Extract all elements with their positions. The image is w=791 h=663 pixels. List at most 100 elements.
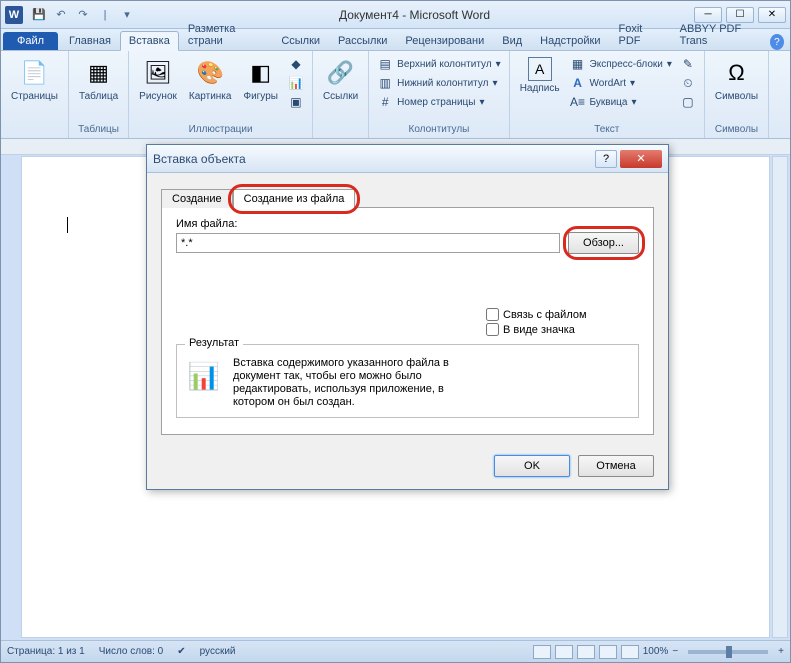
- tab-abbyy[interactable]: ABBYY PDF Trans: [671, 19, 770, 50]
- object-icon: ▢: [680, 94, 696, 110]
- status-language[interactable]: русский: [200, 646, 236, 657]
- wordart-icon: A: [570, 75, 586, 91]
- view-outline[interactable]: [599, 645, 617, 659]
- display-as-icon-checkbox[interactable]: В виде значка: [486, 323, 639, 336]
- view-print-layout[interactable]: [533, 645, 551, 659]
- zoom-out-button[interactable]: −: [672, 646, 678, 657]
- status-page[interactable]: Страница: 1 из 1: [7, 646, 85, 657]
- ok-button[interactable]: OK: [494, 455, 570, 477]
- view-draft[interactable]: [621, 645, 639, 659]
- dialog-buttons: OK Отмена: [147, 445, 668, 489]
- tab-create-from-file[interactable]: Создание из файла: [233, 189, 356, 208]
- status-bar: Страница: 1 из 1 Число слов: 0 ✔ русский…: [1, 640, 790, 662]
- zoom-thumb[interactable]: [726, 646, 732, 658]
- tab-file[interactable]: Файл: [3, 32, 58, 50]
- page-number-button[interactable]: #Номер страницы ▾: [375, 93, 503, 111]
- tab-page-layout[interactable]: Разметка страни: [179, 19, 273, 50]
- picture-button[interactable]: 🖼Рисунок: [135, 55, 181, 104]
- zoom-in-button[interactable]: +: [778, 646, 784, 657]
- ribbon: 📄 Страницы ▦ Таблица Таблицы 🖼Рисунок 🎨К…: [1, 51, 790, 139]
- undo-icon[interactable]: ↶: [53, 7, 69, 23]
- chart-button[interactable]: 📊: [286, 74, 306, 92]
- signature-button[interactable]: ✎: [678, 55, 698, 73]
- datetime-icon: ⏲: [680, 75, 696, 91]
- table-button[interactable]: ▦ Таблица: [75, 55, 122, 104]
- object-button[interactable]: ▢: [678, 93, 698, 111]
- vertical-scrollbar[interactable]: [772, 156, 788, 638]
- tab-mailings[interactable]: Рассылки: [329, 31, 396, 50]
- dropcap-icon: A≡: [570, 94, 586, 110]
- cancel-button[interactable]: Отмена: [578, 455, 654, 477]
- signature-icon: ✎: [680, 56, 696, 72]
- qat-divider: |: [97, 7, 113, 23]
- tab-view[interactable]: Вид: [493, 31, 531, 50]
- quickparts-button[interactable]: ▦Экспресс-блоки ▾: [568, 55, 674, 73]
- footer-button[interactable]: ▥Нижний колонтитул ▾: [375, 74, 503, 92]
- dialog-close-button[interactable]: ✕: [620, 150, 662, 168]
- word-app-icon: W: [5, 6, 23, 24]
- status-spellcheck[interactable]: ✔: [177, 646, 185, 657]
- result-groupbox: Результат 📊 Вставка содержимого указанно…: [176, 344, 639, 418]
- dropcap-button[interactable]: A≡Буквица ▾: [568, 93, 674, 111]
- browse-button[interactable]: Обзор...: [568, 232, 639, 254]
- picture-icon: 🖼: [142, 57, 174, 89]
- smartart-icon: ◆: [288, 56, 304, 72]
- qat-dropdown-icon[interactable]: ▾: [119, 7, 135, 23]
- dialog-body: Создание Создание из файла Имя файла: Об…: [147, 173, 668, 445]
- text-cursor: [67, 217, 68, 233]
- link-icon: 🔗: [325, 57, 357, 89]
- footer-icon: ▥: [377, 75, 393, 91]
- tab-references[interactable]: Ссылки: [272, 31, 329, 50]
- dialog-help-button[interactable]: ?: [595, 150, 617, 168]
- view-web-layout[interactable]: [577, 645, 595, 659]
- save-icon[interactable]: 💾: [31, 7, 47, 23]
- group-symbols: ΩСимволы Символы: [705, 51, 769, 138]
- screenshot-button[interactable]: ▣: [286, 93, 306, 111]
- tab-addins[interactable]: Надстройки: [531, 31, 609, 50]
- dialog-titlebar[interactable]: Вставка объекта ? ✕: [147, 145, 668, 173]
- header-button[interactable]: ▤Верхний колонтитул ▾: [375, 55, 503, 73]
- wordart-button[interactable]: AWordArt ▾: [568, 74, 674, 92]
- quick-access-toolbar: 💾 ↶ ↷ | ▾: [31, 7, 135, 23]
- shapes-button[interactable]: ◧Фигуры: [239, 55, 281, 104]
- page-icon: 📄: [18, 57, 50, 89]
- links-button[interactable]: 🔗Ссылки: [319, 55, 362, 104]
- pages-button[interactable]: 📄 Страницы: [7, 55, 62, 104]
- textbox-button[interactable]: AНадпись: [516, 55, 564, 96]
- textbox-icon: A: [528, 57, 552, 81]
- zoom-level[interactable]: 100%: [643, 646, 669, 657]
- tab-create-new[interactable]: Создание: [161, 189, 233, 208]
- group-label-illustrations: Иллюстрации: [135, 123, 306, 136]
- datetime-button[interactable]: ⏲: [678, 74, 698, 92]
- tab-home[interactable]: Главная: [60, 31, 120, 50]
- zoom-slider[interactable]: [688, 650, 768, 654]
- omega-icon: Ω: [721, 57, 753, 89]
- status-word-count[interactable]: Число слов: 0: [99, 646, 163, 657]
- tab-review[interactable]: Рецензировани: [396, 31, 493, 50]
- clipart-icon: 🎨: [194, 57, 226, 89]
- help-icon[interactable]: ?: [770, 34, 784, 50]
- dialog-tabs: Создание Создание из файла: [161, 189, 654, 208]
- group-tables: ▦ Таблица Таблицы: [69, 51, 129, 138]
- filename-input[interactable]: [176, 233, 560, 253]
- group-label-symbols: Символы: [711, 123, 762, 136]
- tab-insert[interactable]: Вставка: [120, 31, 179, 51]
- ribbon-tabs: Файл Главная Вставка Разметка страни Ссы…: [1, 29, 790, 51]
- chart-icon: 📊: [288, 75, 304, 91]
- group-links: 🔗Ссылки: [313, 51, 369, 138]
- group-label-header-footer: Колонтитулы: [375, 123, 503, 136]
- group-text: AНадпись ▦Экспресс-блоки ▾ AWordArt ▾ A≡…: [510, 51, 705, 138]
- link-to-file-checkbox[interactable]: Связь с файлом: [486, 308, 639, 321]
- redo-icon[interactable]: ↷: [75, 7, 91, 23]
- smartart-button[interactable]: ◆: [286, 55, 306, 73]
- group-pages: 📄 Страницы: [1, 51, 69, 138]
- view-full-screen[interactable]: [555, 645, 573, 659]
- result-legend: Результат: [185, 337, 243, 349]
- tab-foxit[interactable]: Foxit PDF: [610, 19, 671, 50]
- group-header-footer: ▤Верхний колонтитул ▾ ▥Нижний колонтитул…: [369, 51, 510, 138]
- result-description: Вставка содержимого указанного файла в д…: [233, 357, 473, 409]
- result-icon: 📊: [185, 357, 223, 395]
- group-label-text: Текст: [516, 123, 698, 136]
- clipart-button[interactable]: 🎨Картинка: [185, 55, 236, 104]
- symbols-button[interactable]: ΩСимволы: [711, 55, 762, 104]
